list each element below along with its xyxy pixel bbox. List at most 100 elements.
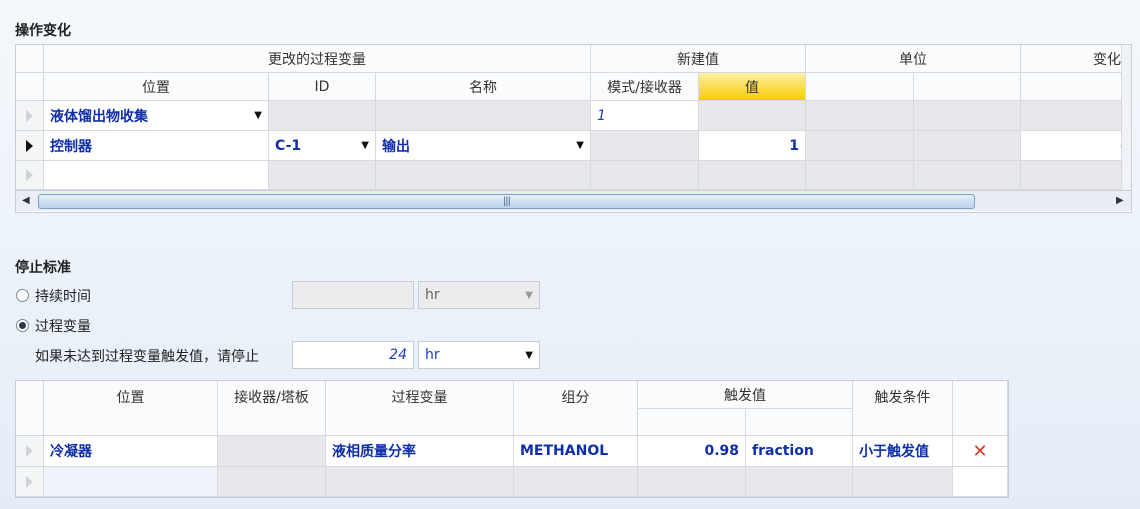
trigger-variable-new [326,467,514,497]
duration-unit-value: hr [425,287,440,303]
location-value: 液体馏出物收集 [50,108,148,125]
trigger-condition-cell[interactable]: 小于触发值 [853,436,953,467]
unit-cell-b [914,131,1021,161]
scrollbar-thumb[interactable]: ||| [38,194,975,209]
fallback-unit-value: hr [425,347,440,363]
operations-section-title: 操作变化 [15,23,71,39]
unit-cell-b [914,101,1021,131]
trigger-component-new [514,467,638,497]
mode-cell [591,131,699,161]
header-process-variable[interactable]: 过程变量 [326,381,514,436]
header-id[interactable]: ID [269,73,376,101]
header-component[interactable]: 组分 [514,381,638,436]
header-delete [953,381,1008,436]
location-cell[interactable]: 控制器 [44,131,269,161]
header-value[interactable]: 值 [699,73,806,101]
process-variable-label: 过程变量 [35,319,91,335]
value-input[interactable]: 1 [699,131,806,161]
trigger-unit-new [746,467,853,497]
delete-row-icon[interactable]: ✕ [953,436,1008,467]
trigger-component-cell[interactable]: METHANOL [514,436,638,467]
change-cell-new [1021,161,1131,190]
trigger-location-new[interactable] [44,467,218,497]
duration-input[interactable] [292,281,414,309]
trigger-receiver-new [218,467,326,497]
unit-cell-new-a [806,161,914,190]
trigger-unit-cell[interactable]: fraction [746,436,853,467]
delete-cell-new [953,467,1008,497]
corner-cell [16,45,44,73]
header-changed-variable: 更改的过程变量 [44,45,591,73]
name-cell-new [376,161,591,190]
header-unit-a [806,73,914,101]
header-change-a [1021,73,1131,101]
id-cell-new [269,161,376,190]
row-indicator[interactable] [16,101,44,131]
duration-radio[interactable] [16,289,29,302]
row-indicator-current[interactable] [16,131,44,161]
dropdown-arrow-icon[interactable]: ▼ [361,140,369,151]
trigger-value-new [638,467,746,497]
header-trigger-number [638,409,746,436]
dropdown-arrow-icon[interactable]: ▼ [525,290,533,301]
header-unit-b [914,73,1021,101]
value-cell [699,101,806,131]
location-cell-new[interactable] [44,161,269,190]
stop-criteria-title: 停止标准 [15,260,71,276]
scroll-right-icon[interactable]: ▶ [1116,195,1124,206]
dropdown-arrow-icon[interactable]: ▼ [525,350,533,361]
corner-cell [16,381,44,436]
vertical-scrollbar[interactable] [1121,45,1131,190]
row-pointer-icon [26,445,33,457]
mode-input[interactable]: 1 [591,101,699,131]
unit-cell-new-b [914,161,1021,190]
id-select[interactable]: C-1 ▼ [269,131,376,161]
header-receiver-tray[interactable]: 接收器/塔板 [218,381,326,436]
fallback-duration-input[interactable]: 24 [292,341,414,369]
unit-cell-a [806,101,914,131]
row-pointer-icon [26,169,33,181]
trigger-value-input[interactable]: 0.98 [638,436,746,467]
trigger-location-cell[interactable]: 冷凝器 [44,436,218,467]
change-cell [1021,101,1131,131]
row-indicator-new[interactable] [16,467,44,497]
header-location[interactable]: 位置 [44,73,269,101]
dropdown-arrow-icon[interactable]: ▼ [576,140,584,151]
trigger-receiver-cell [218,436,326,467]
header-location[interactable]: 位置 [44,381,218,436]
trigger-variable-cell[interactable]: 液相质量分率 [326,436,514,467]
fallback-unit-select[interactable]: hr ▼ [418,341,540,369]
mode-cell-new [591,161,699,190]
duration-label: 持续时间 [35,289,91,305]
row-indicator[interactable] [16,436,44,467]
dropdown-arrow-icon[interactable]: ▼ [254,110,262,121]
location-select[interactable]: 液体馏出物收集 ▼ [44,101,269,131]
name-select[interactable]: 输出 ▼ [376,131,591,161]
value-cell-new [699,161,806,190]
name-cell [376,101,591,131]
duration-unit-select[interactable]: hr ▼ [418,281,540,309]
scroll-grip-icon: ||| [502,196,511,207]
row-pointer-icon [26,475,33,488]
id-value: C-1 [275,137,302,154]
row-indicator-new[interactable] [16,161,44,190]
operations-grid: 更改的过程变量 新建值 单位 变化阶 位置 ID 名称 模式/接收器 值 液体馏… [15,44,1132,213]
process-variable-radio[interactable] [16,319,29,332]
header-unit: 单位 [806,45,1021,73]
header-mode-receiver[interactable]: 模式/接收器 [591,73,699,101]
header-change-step: 变化阶 [1021,45,1131,73]
id-cell [269,101,376,131]
header-trigger-condition[interactable]: 触发条件 [853,381,953,436]
header-trigger-value[interactable]: 触发值 [638,381,853,409]
change-input[interactable]: 0 [1021,131,1131,161]
scroll-left-icon[interactable]: ◀ [22,195,30,206]
fallback-label: 如果未达到过程变量触发值，请停止 [35,349,259,365]
current-row-pointer-icon [26,139,33,152]
trigger-grid: 位置 接收器/塔板 过程变量 组分 触发值 触发条件 冷凝器 液相质量分率 ME… [15,380,1009,498]
horizontal-scrollbar[interactable]: ◀ ||| ▶ [16,190,1131,211]
name-value: 输出 [382,138,410,155]
header-trigger-unit [746,409,853,436]
header-new-value: 新建值 [591,45,806,73]
header-name[interactable]: 名称 [376,73,591,101]
row-pointer-icon [26,109,33,122]
